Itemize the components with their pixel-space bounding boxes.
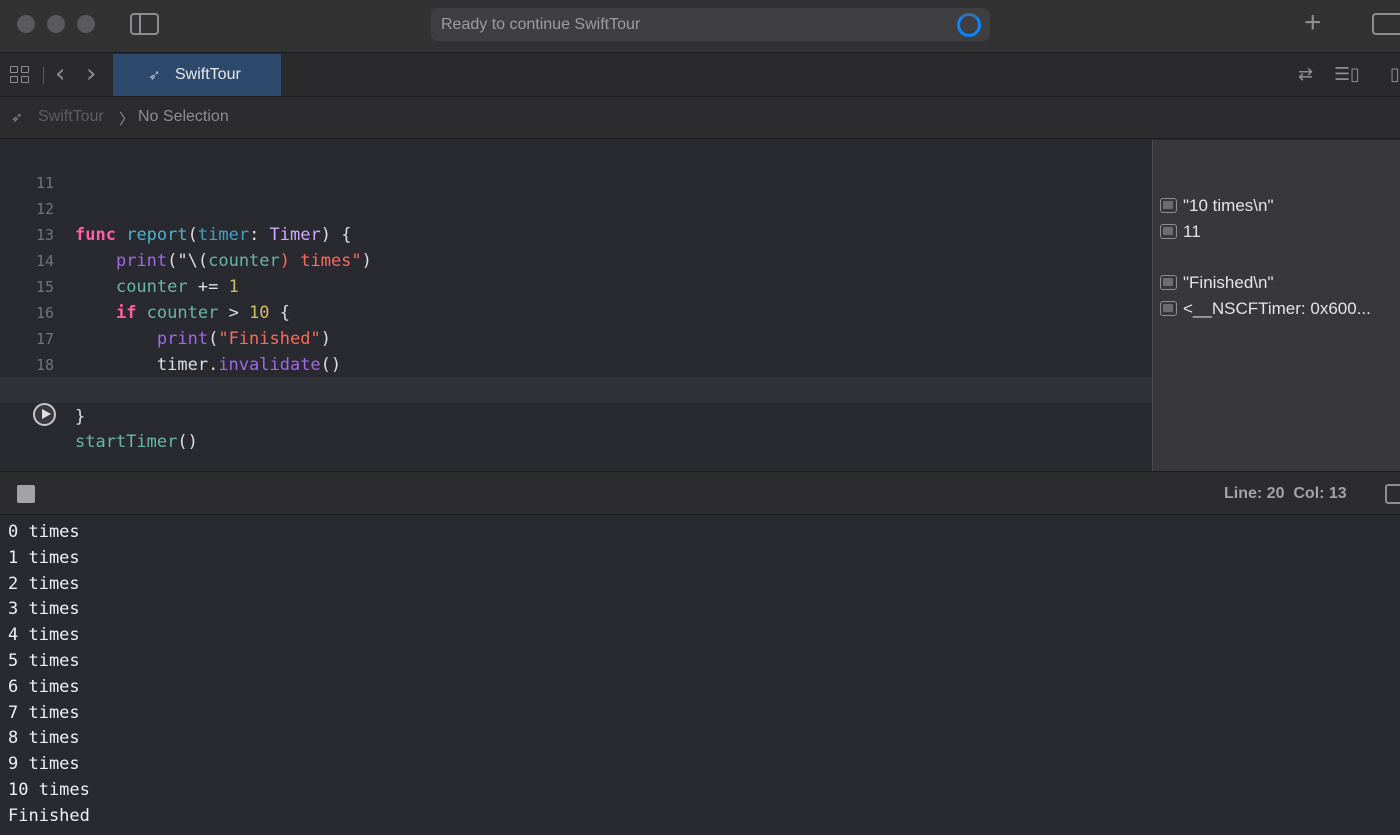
minimize-window-button[interactable] [47, 15, 65, 33]
editor-options-icon[interactable]: ☰ [1334, 64, 1350, 85]
code-line: 11 [0, 144, 1152, 192]
code-line: 15 if counter > 10 { [0, 248, 1152, 323]
cursor-position: Line: 20 Col: 13 [1224, 485, 1347, 503]
run-playground-icon[interactable] [33, 403, 56, 426]
result-value: 11 [1183, 222, 1201, 241]
console-line: 2 times [8, 573, 80, 594]
results-sidebar: "10 times\n" 11 "Finished\n" <__NSCFTime… [1152, 140, 1400, 471]
result-value: "10 times\n" [1183, 196, 1274, 215]
swap-arrows-icon[interactable]: ⇄ [1298, 64, 1313, 85]
breadcrumb-selection[interactable]: No Selection [138, 108, 229, 126]
forward-arrow-icon[interactable]: › [86, 59, 96, 89]
console-line: 7 times [8, 702, 80, 723]
console-toggle-icon[interactable] [1385, 484, 1400, 504]
console-line: 3 times [8, 599, 80, 620]
navigator-toggle-icon[interactable] [130, 13, 159, 35]
progress-spinner-icon [957, 13, 981, 37]
console-line: Finished [8, 805, 90, 826]
activity-viewer: Ready to continue SwiftTour [431, 8, 990, 41]
quick-look-icon[interactable] [1160, 275, 1177, 290]
chevron-right-icon: 〉 [119, 111, 135, 128]
code-line: 19 } [0, 352, 1152, 427]
result-value: <__NSCFTimer: 0x600... [1183, 299, 1371, 318]
code-line-current: 20 startTimer() [0, 377, 1152, 452]
activity-status-text: Ready to continue SwiftTour [441, 16, 641, 33]
console-line: 10 times [8, 780, 90, 800]
result-item: <__NSCFTimer: 0x600... [1160, 299, 1371, 321]
back-arrow-icon[interactable]: ‹ [55, 59, 65, 89]
console-line: 1 times [8, 547, 80, 568]
column-indicator: Col: 13 [1293, 485, 1347, 502]
code-line: 14 counter += 1 [0, 222, 1152, 297]
tab-label: SwiftTour [175, 66, 241, 83]
add-library-icon[interactable]: + [1304, 8, 1322, 38]
quick-look-icon[interactable] [1160, 198, 1177, 213]
jump-bar: ➶ SwiftTour 〉 No Selection [0, 97, 1400, 139]
code-line: 16 print("Finished") [0, 274, 1152, 349]
swift-icon: ➶ [148, 67, 161, 84]
source-editor[interactable]: 11 12 func report(timer: Timer) { 13 pri… [0, 140, 1152, 471]
stop-icon[interactable] [17, 485, 35, 503]
code-line: 13 print("\(counter) times") [0, 196, 1152, 271]
quick-look-icon[interactable] [1160, 301, 1177, 316]
console-line: 4 times [8, 625, 80, 646]
console-line: 5 times [8, 651, 80, 671]
console-output[interactable]: 0 times 1 times 2 times 3 times 4 times 5 tim… [0, 516, 1400, 835]
console-line: 6 times [8, 676, 80, 697]
console-line: 0 times [8, 522, 80, 542]
function-call: startTimer [75, 432, 178, 452]
result-item: "10 times\n" [1160, 196, 1274, 218]
close-window-button[interactable] [17, 15, 35, 33]
line-indicator: Line: 20 [1224, 485, 1285, 502]
swift-file-icon: ➶ [11, 109, 23, 125]
related-items-grid-icon[interactable] [10, 66, 31, 85]
console-line: 9 times [8, 754, 80, 775]
code-line: 12 func report(timer: Timer) { [0, 170, 1152, 245]
punct: () [177, 432, 198, 452]
code-line: 17 timer.invalidate() [0, 300, 1152, 375]
result-item: "Finished\n" [1160, 273, 1274, 295]
result-value: "Finished\n" [1183, 273, 1274, 292]
console-line: 8 times [8, 728, 80, 749]
tab-bar: ‹ › ➶ SwiftTour ⇄ ☰ ▯ ▯ [0, 54, 1400, 97]
zoom-window-button[interactable] [77, 15, 95, 33]
divider [43, 67, 44, 84]
inspector-toggle-icon[interactable] [1372, 13, 1400, 35]
editor-layout-icon[interactable]: ▯ [1350, 64, 1360, 85]
code-line: 18 } [0, 326, 1152, 401]
breadcrumb-project[interactable]: SwiftTour [38, 108, 104, 126]
debug-bar: Line: 20 Col: 13 [0, 471, 1400, 515]
add-editor-icon[interactable]: ▯ [1390, 64, 1400, 85]
result-item: 11 [1160, 222, 1201, 244]
quick-look-icon[interactable] [1160, 224, 1177, 239]
tab-swifttour[interactable]: ➶ SwiftTour [113, 54, 281, 96]
punct: } [75, 407, 86, 427]
title-bar: Ready to continue SwiftTour + [0, 0, 1400, 53]
